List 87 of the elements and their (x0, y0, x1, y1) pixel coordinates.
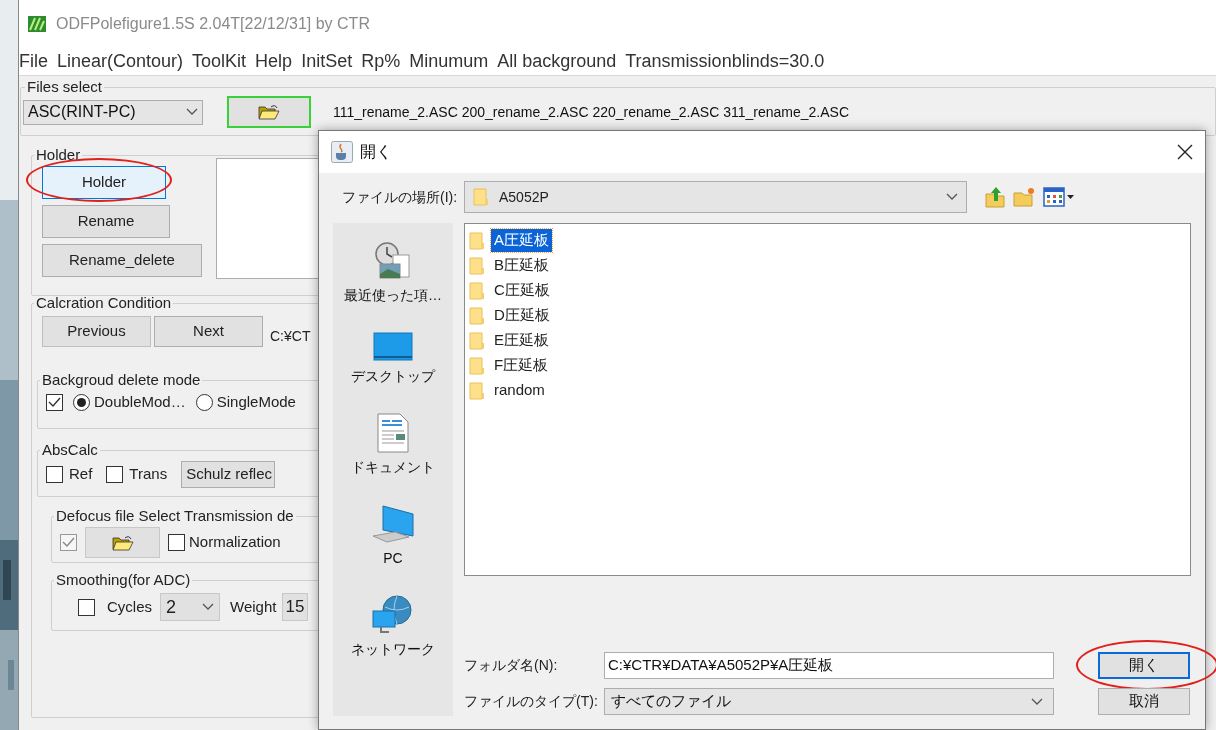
folder-icon (469, 381, 485, 400)
menu-item[interactable]: Rp% (361, 48, 401, 75)
radio-label: DoubleMod… (94, 392, 186, 412)
computer-icon (371, 504, 415, 544)
group-label: Defocus file Select Transmission de (55, 507, 295, 525)
checkbox-label: Normalization (189, 532, 281, 553)
desktop-icon (373, 332, 413, 362)
group-label: Backgroud delete mode (41, 371, 202, 389)
app-icon (28, 16, 46, 32)
chevron-down-icon (186, 108, 198, 116)
path-label: C:¥CT (270, 327, 311, 346)
place-item[interactable]: ドキュメント (334, 413, 452, 478)
folder-item[interactable]: E圧延板 (491, 329, 552, 352)
location-dropdown[interactable]: A5052P (464, 181, 967, 213)
method-button[interactable]: Schulz reflec (181, 461, 275, 488)
location-label: ファイルの場所(I): (341, 187, 459, 207)
checkbox[interactable] (46, 393, 63, 411)
menu-item[interactable]: InitSet (301, 48, 353, 75)
file-type-dropdown[interactable]: すべてのファイル (604, 688, 1054, 715)
folder-name-label: フォルダ名(N): (464, 656, 559, 675)
folder-icon (469, 281, 485, 300)
cycles-label: Cycles (107, 596, 152, 617)
folder-icon (473, 188, 489, 206)
window-title: ODFPolefigure1.5S 2.04T[22/12/31] by CTR (56, 14, 370, 34)
folder-item[interactable]: A圧延板 (491, 229, 552, 252)
folder-icon (469, 356, 485, 375)
chevron-down-icon (946, 193, 958, 201)
weight-label: Weight (230, 596, 277, 617)
checkbox[interactable] (78, 598, 95, 616)
chevron-down-icon (1031, 697, 1043, 706)
view-menu-icon[interactable] (1043, 187, 1074, 207)
selected-files: 111_rename_2.ASC 200_rename_2.ASC 220_rename_2.ASC 311_rename_2.ASC (333, 102, 849, 122)
holder-action-button[interactable]: Holder (42, 166, 166, 199)
dialog-title: 開く (360, 142, 392, 162)
folder-item[interactable]: C圧延板 (491, 279, 553, 302)
folder-name-field[interactable]: C:¥CTR¥DATA¥A5052P¥A圧延板 (604, 652, 1054, 679)
browse-button[interactable] (227, 96, 311, 128)
defocus-browse-button[interactable] (85, 527, 160, 558)
open-folder-icon (111, 534, 134, 551)
checkbox[interactable] (46, 466, 63, 483)
group-label: Files select (26, 78, 104, 96)
weight-field[interactable]: 15 (282, 593, 309, 621)
menu-item[interactable]: Help (255, 48, 293, 75)
cycles-dropdown[interactable]: 2 (160, 593, 220, 621)
radio-button[interactable] (195, 393, 213, 411)
folder-icon (469, 306, 485, 325)
document-icon (377, 413, 409, 453)
radio-label: SingleMode (216, 392, 296, 412)
format-dropdown[interactable]: ASC(RINT-PC) (23, 99, 203, 125)
radio-button[interactable] (73, 393, 90, 411)
up-folder-icon[interactable] (985, 186, 1005, 208)
place-item[interactable]: ネットワーク (334, 595, 452, 660)
menu-item[interactable]: Minumum (409, 48, 489, 75)
next-button[interactable]: Next (154, 316, 263, 347)
clock-document-icon (373, 241, 413, 281)
coffee-cup-icon (331, 141, 353, 163)
folder-icon (469, 231, 485, 250)
folder-item[interactable]: F圧延板 (491, 354, 552, 377)
group-label: Smoothing(for ADC) (55, 571, 192, 589)
folder-item[interactable]: random (491, 379, 548, 402)
checkbox-label: Trans (129, 464, 168, 485)
folder-icon (469, 331, 485, 350)
group-label: Calcration Condition (35, 294, 173, 312)
place-item[interactable]: 最近使った項… (334, 241, 452, 306)
menu-item[interactable]: All background (497, 48, 617, 75)
file-type-label: ファイルのタイプ(T): (464, 692, 599, 711)
place-item[interactable]: デスクトップ (334, 332, 452, 387)
holder-action-button[interactable]: Rename (42, 205, 170, 238)
folder-icon (469, 256, 485, 275)
folder-item[interactable]: B圧延板 (491, 254, 552, 277)
checkbox[interactable] (106, 466, 124, 483)
group-label: AbsCalc (41, 441, 99, 459)
close-icon[interactable] (1177, 144, 1193, 160)
group-label: Holder (35, 146, 82, 164)
menu-item[interactable]: Linear(Contour) (57, 48, 184, 75)
checkbox-label: Ref (69, 464, 93, 485)
holder-action-button[interactable]: Rename_delete (42, 244, 202, 277)
menu-item[interactable]: File (19, 48, 48, 75)
network-icon (371, 595, 415, 635)
folder-item[interactable]: D圧延板 (491, 304, 553, 327)
open-button[interactable]: 開く (1098, 652, 1190, 679)
place-item[interactable]: PC (334, 504, 452, 569)
menu-item[interactable]: ToolKit (192, 48, 247, 75)
chevron-down-icon (202, 603, 214, 611)
menu-item[interactable]: Transmissionblinds=30.0 (625, 48, 825, 75)
cancel-button[interactable]: 取消 (1098, 688, 1190, 715)
open-folder-icon (258, 104, 280, 120)
